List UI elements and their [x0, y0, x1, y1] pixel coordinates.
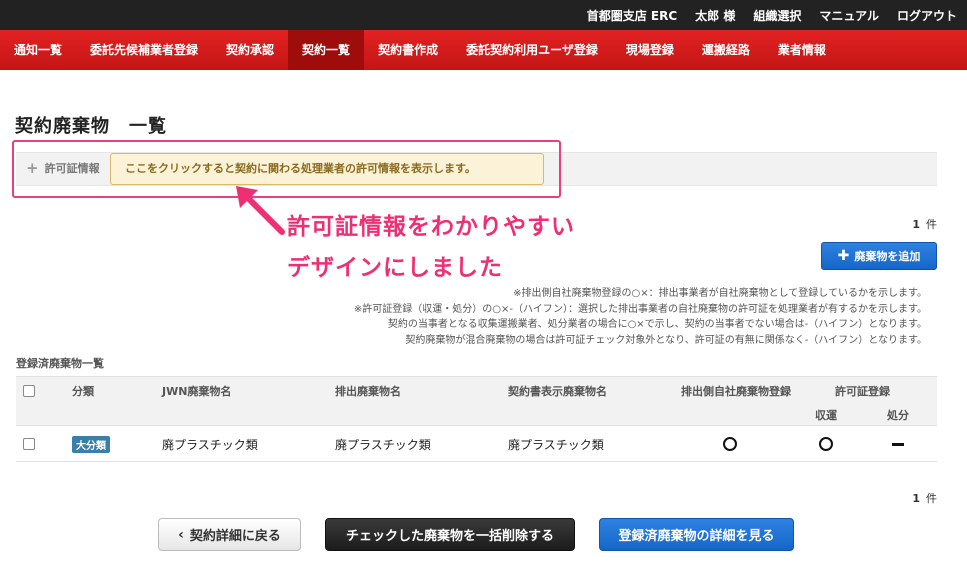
note-line: 契約廃棄物が混合廃棄物の場合は許可証チェック対象外となり、許可証の有無に関係なく…	[405, 334, 927, 346]
annotation-text-line2: デザインにしました	[287, 255, 503, 281]
page-title: 契約廃棄物 一覧	[15, 116, 167, 137]
nav-item-user-register[interactable]: 委託契約利用ユーザ登録	[452, 30, 612, 70]
disposal-dash-icon	[892, 443, 904, 446]
nav-item-contract-approval[interactable]: 契約承認	[212, 30, 288, 70]
nav-item-notifications[interactable]: 通知一覧	[0, 30, 76, 70]
nav-item-transport-route[interactable]: 運搬経路	[688, 30, 764, 70]
note-line: ※排出側自社廃棄物登録の○×：排出事業者が自社廃棄物として登録しているかを示しま…	[513, 288, 927, 299]
result-count-value: 1	[912, 492, 920, 505]
category-badge: 大分類	[72, 436, 110, 453]
header-transport: 収運	[815, 409, 837, 422]
nav-item-contract-create[interactable]: 契約書作成	[364, 30, 452, 70]
list-title: 登録済廃棄物一覧	[16, 357, 104, 370]
add-waste-button[interactable]: ✚ 廃棄物を追加	[821, 242, 937, 270]
chevron-left-icon: ‹	[178, 526, 184, 543]
row-checkbox[interactable]	[23, 438, 35, 450]
cell-discharge-name: 廃プラスチック類	[335, 438, 431, 452]
header-disposal: 処分	[887, 409, 909, 422]
org-name: 首都圏支店 ERC	[586, 8, 678, 23]
back-button-label: 契約詳細に戻る	[189, 529, 281, 544]
top-bar: 首都圏支店 ERC 太郎 様 組織選択 マニュアル ログアウト	[0, 0, 967, 30]
result-count-unit: 件	[926, 492, 937, 505]
result-count-unit: 件	[926, 218, 937, 231]
select-all-checkbox[interactable]	[23, 385, 35, 397]
notes-block: ※排出側自社廃棄物登録の○×：排出事業者が自社廃棄物として登録しているかを示しま…	[354, 286, 927, 348]
header-category: 分類	[72, 385, 94, 398]
main-nav: 通知一覧 委託先候補業者登録 契約承認 契約一覧 契約書作成 委託契約利用ユーザ…	[0, 30, 967, 70]
note-line: ※許可証登録（収運・処分）の○×-（ハイフン）：選択した排出事業者の自社廃棄物の…	[353, 303, 927, 315]
own-registration-circle-icon	[723, 437, 737, 451]
nav-item-site-register[interactable]: 現場登録	[612, 30, 688, 70]
view-details-button[interactable]: 登録済廃棄物の詳細を見る	[599, 518, 794, 551]
bulk-delete-button[interactable]: チェックした廃棄物を一括削除する	[325, 518, 575, 551]
header-contract-name: 契約書表示廃棄物名	[508, 385, 607, 398]
plus-icon: ✚	[837, 248, 850, 264]
annotation-text-line1: 許可証情報をわかりやすい	[287, 214, 575, 240]
table-row: 大分類 廃プラスチック類 廃プラスチック類 廃プラスチック類	[16, 426, 937, 462]
table-header: 分類 JWN廃棄物名 排出廃棄物名 契約書表示廃棄物名 排出側自社廃棄物登録 許…	[16, 376, 937, 426]
waste-table: 分類 JWN廃棄物名 排出廃棄物名 契約書表示廃棄物名 排出側自社廃棄物登録 許…	[16, 376, 937, 462]
org-select-link[interactable]: 組織選択	[753, 7, 801, 24]
nav-item-contract-list[interactable]: 契約一覧	[288, 30, 365, 70]
nav-item-candidate-register[interactable]: 委託先候補業者登録	[76, 30, 212, 70]
cell-jwn-name: 廃プラスチック類	[162, 438, 258, 452]
result-count-bottom: 1件	[912, 490, 937, 506]
add-waste-label: 廃棄物を追加	[854, 250, 921, 263]
header-permit-registration: 許可証登録	[835, 385, 890, 398]
header-own-registration: 排出側自社廃棄物登録	[681, 385, 791, 398]
nav-item-company-info[interactable]: 業者情報	[764, 30, 840, 70]
cell-contract-name: 廃プラスチック類	[508, 438, 604, 452]
transport-circle-icon	[819, 437, 833, 451]
result-count-value: 1	[912, 218, 920, 231]
annotation-arrow-icon	[236, 186, 285, 235]
manual-link[interactable]: マニュアル	[819, 7, 879, 24]
logout-link[interactable]: ログアウト	[897, 7, 957, 24]
header-jwn-name: JWN廃棄物名	[162, 385, 232, 398]
result-count-top: 1件	[912, 216, 937, 232]
header-discharge-name: 排出廃棄物名	[335, 385, 401, 398]
note-line: 契約の当事者となる収集運搬業者、処分業者の場合に○×で示し、契約の当事者でない場…	[387, 319, 927, 330]
user-name: 太郎 様	[695, 8, 736, 23]
back-to-contract-button[interactable]: ‹ 契約詳細に戻る	[158, 518, 301, 551]
